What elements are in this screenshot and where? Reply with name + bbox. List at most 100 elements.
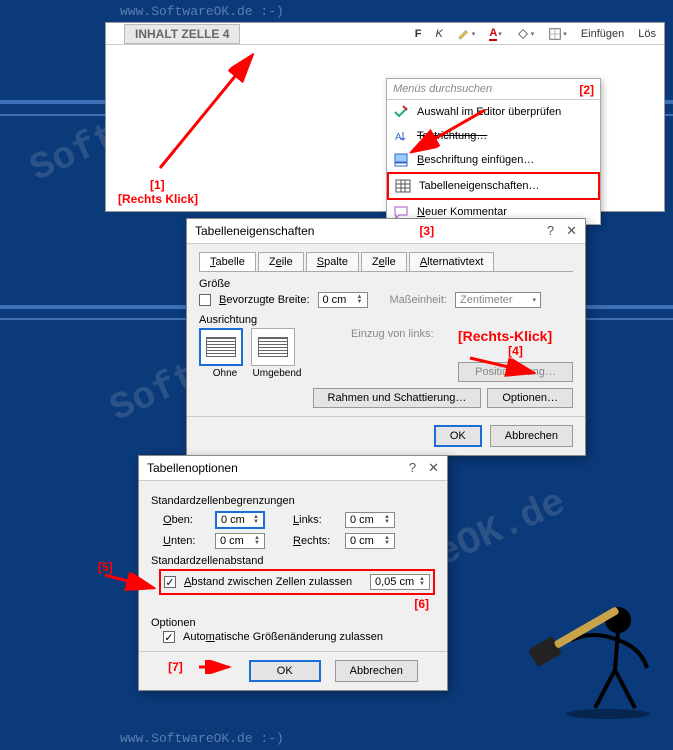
tab-alttext[interactable]: Alternativtext — [409, 252, 495, 271]
button-cancel[interactable]: Abbrechen — [490, 425, 573, 447]
spinner-arrows[interactable]: ▲▼ — [254, 536, 260, 546]
input-bottom[interactable]: 0 cm ▲▼ — [215, 533, 265, 549]
delete-button[interactable]: Lös — [634, 26, 660, 42]
dialog-table-properties: Tabelleneigenschaften [3] ? ✕ Tabelle Ze… — [186, 218, 586, 456]
combo-unit-value: Zentimeter — [460, 294, 513, 306]
align-option-around[interactable] — [251, 328, 295, 366]
menu-item-label: Tabelleneigenschaften… — [419, 180, 539, 192]
insert-button[interactable]: Einfügen — [577, 26, 628, 42]
value: 0 cm — [350, 514, 374, 526]
input-right[interactable]: 0 cm ▲▼ — [345, 533, 395, 549]
tab-table[interactable]: Tabelle — [199, 252, 256, 271]
annotation-arrow-2 — [395, 105, 495, 160]
dialog-footer: OK Abbrechen — [187, 416, 585, 455]
group-spacing: Standardzellenabstand — [151, 555, 435, 567]
group-options: Optionen — [151, 617, 435, 629]
cell-content: INHALT ZELLE 4 — [124, 24, 240, 44]
dialog-table-options: Tabellenoptionen ? ✕ Standardzellenbegre… — [138, 455, 448, 691]
group-alignment: Ausrichtung — [199, 314, 573, 326]
table-icon — [395, 178, 411, 194]
input-width-value: 0 cm — [323, 294, 347, 306]
annotation-arrow-1 — [150, 48, 300, 178]
format-paint-button[interactable]: ▾ — [453, 25, 480, 43]
bold-button[interactable]: F — [411, 26, 426, 42]
annotation-arrow-7 — [197, 660, 235, 674]
spinner-arrows[interactable]: ▲▼ — [419, 577, 425, 587]
dialog-titlebar: Tabelleneigenschaften [3] ? ✕ — [187, 219, 585, 244]
label-indent: Einzug von links: — [351, 328, 434, 340]
label-right: Rechts: — [293, 535, 337, 547]
annotation-1: [1] — [150, 178, 165, 192]
checkbox-allow-spacing[interactable]: ✓ — [164, 576, 176, 588]
label-allow-spacing: Abstand zwischen Zellen zulassen — [184, 576, 352, 588]
value: 0 cm — [220, 535, 244, 547]
chevron-down-icon: ▾ — [532, 296, 536, 304]
align-label-none: Ohne — [199, 368, 251, 379]
label-pref-width: Bevorzugte Breite: — [219, 294, 310, 306]
borders-button[interactable]: ▾ — [544, 25, 571, 43]
dialog-title: Tabellenoptionen — [147, 461, 238, 475]
tab-row[interactable]: Zeile — [258, 252, 304, 271]
close-button[interactable]: ✕ — [566, 223, 577, 239]
decorative-figure — [523, 590, 663, 720]
watermark-url-top: www.SoftwareOK.de :-) — [120, 4, 284, 19]
spinner-arrows[interactable]: ▲▼ — [357, 295, 363, 305]
value: 0 cm — [221, 514, 245, 526]
label-top: Oben: — [163, 514, 207, 526]
input-left[interactable]: 0 cm ▲▼ — [345, 512, 395, 528]
value: 0,05 cm — [375, 576, 414, 588]
group-size: Größe — [199, 278, 573, 290]
checkbox-pref-width[interactable] — [199, 294, 211, 306]
label-bottom: Unten: — [163, 535, 207, 547]
help-button[interactable]: ? — [547, 223, 554, 239]
combo-unit[interactable]: Zentimeter ▾ — [455, 292, 541, 308]
label-left: Links: — [293, 514, 337, 526]
align-label-around: Umgebend — [251, 368, 303, 379]
tab-cell[interactable]: Zelle — [361, 252, 407, 271]
font-color-icon: A — [489, 27, 497, 41]
annotation-arrow-5 — [100, 565, 160, 595]
dialog-title: Tabelleneigenschaften — [195, 224, 314, 238]
button-ok[interactable]: OK — [249, 660, 321, 682]
checkbox-auto-resize[interactable]: ✓ — [163, 631, 175, 643]
align-option-none[interactable] — [199, 328, 243, 366]
watermark-url-bottom: www.SoftwareOK.de :-) — [120, 731, 284, 746]
menu-item-label: Neuer Kommentar — [417, 206, 507, 218]
value: 0 cm — [350, 535, 374, 547]
fill-color-button[interactable]: ▾ — [512, 25, 539, 43]
annotation-rechts-klick: [Rechts Klick] — [118, 192, 198, 206]
label-unit: Maßeinheit: — [390, 294, 447, 306]
help-button[interactable]: ? — [409, 460, 416, 476]
annotation-2: [2] — [579, 83, 594, 97]
menu-item-table-properties[interactable]: Tabelleneigenschaften… — [387, 172, 600, 200]
annotation-3: [3] — [419, 224, 434, 238]
input-spacing[interactable]: 0,05 cm ▲▼ — [370, 574, 430, 590]
button-cancel[interactable]: Abbrechen — [335, 660, 418, 682]
spinner-arrows[interactable]: ▲▼ — [253, 515, 259, 525]
annotation-arrow-4 — [465, 350, 545, 380]
tab-column[interactable]: Spalte — [306, 252, 359, 271]
button-options[interactable]: Optionen… — [487, 388, 573, 408]
input-top[interactable]: 0 cm ▲▼ — [215, 511, 265, 529]
group-margins: Standardzellenbegrenzungen — [151, 495, 435, 507]
grid-icon — [548, 27, 562, 41]
tabs: Tabelle Zeile Spalte Zelle Alternativtex… — [199, 252, 573, 272]
brush-icon — [457, 27, 471, 41]
formula-bar: INHALT ZELLE 4 F K ▾ A▾ ▾ ▾ Einfügen Lös — [106, 23, 664, 45]
spinner-arrows[interactable]: ▲▼ — [384, 515, 390, 525]
button-ok[interactable]: OK — [434, 425, 482, 447]
context-menu-search[interactable]: Menüs durchsuchen [2] — [387, 79, 600, 100]
label-auto-resize: Automatische Größenänderung zulassen — [183, 631, 383, 643]
annotation-7: [7] — [168, 660, 183, 682]
annotation-rechts-klick-2: [Rechts-Klick] — [458, 328, 573, 344]
input-width[interactable]: 0 cm ▲▼ — [318, 292, 368, 308]
font-color-button[interactable]: A▾ — [485, 25, 505, 43]
button-borders-shading[interactable]: Rahmen und Schattierung… — [313, 388, 482, 408]
bucket-icon — [516, 27, 530, 41]
dialog-titlebar: Tabellenoptionen ? ✕ — [139, 456, 447, 481]
spinner-arrows[interactable]: ▲▼ — [384, 536, 390, 546]
mini-toolbar: F K ▾ A▾ ▾ ▾ Einfügen Lös — [411, 25, 664, 43]
close-button[interactable]: ✕ — [428, 460, 439, 476]
italic-button[interactable]: K — [431, 26, 446, 42]
search-placeholder: Menüs durchsuchen — [393, 83, 492, 95]
